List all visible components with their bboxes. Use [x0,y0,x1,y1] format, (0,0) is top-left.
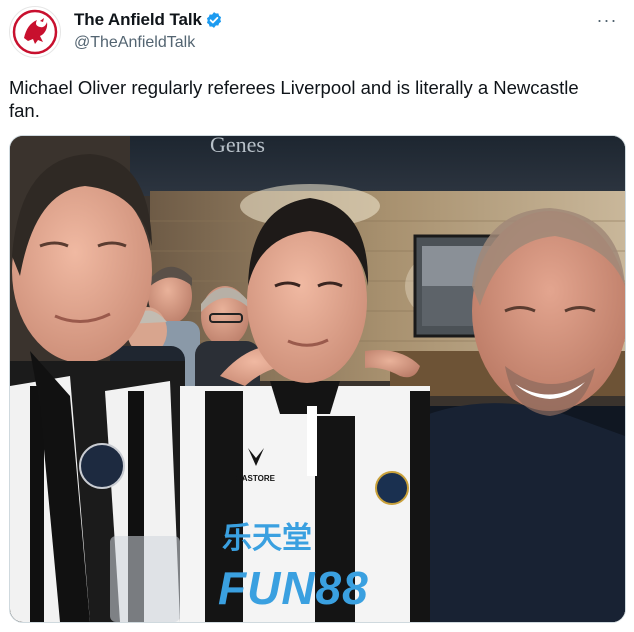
photo-image: Genes CASTORE 乐天堂 FUN88 [10,136,625,622]
account-avatar[interactable] [9,6,61,58]
photo-sign-text: Genes [210,136,265,157]
verified-badge-icon [206,12,222,28]
more-options-icon[interactable]: ··· [596,10,618,30]
account-handle[interactable]: @TheAnfieldTalk [74,34,195,52]
tweet-text: Michael Oliver regularly referees Liverp… [9,77,579,121]
tweet-photo[interactable]: Genes CASTORE 乐天堂 FUN88 [9,135,626,623]
account-display-name[interactable]: The Anfield Talk [74,10,202,30]
shirt-brand-text: CASTORE [236,474,276,483]
shirt-sponsor-text: FUN88 [218,562,369,614]
shirt-sponsor-top-text: 乐天堂 [222,521,312,556]
liverbird-crest-icon [11,8,59,56]
tweet-card: The Anfield Talk @TheAnfieldTalk ··· Mic… [0,0,634,632]
